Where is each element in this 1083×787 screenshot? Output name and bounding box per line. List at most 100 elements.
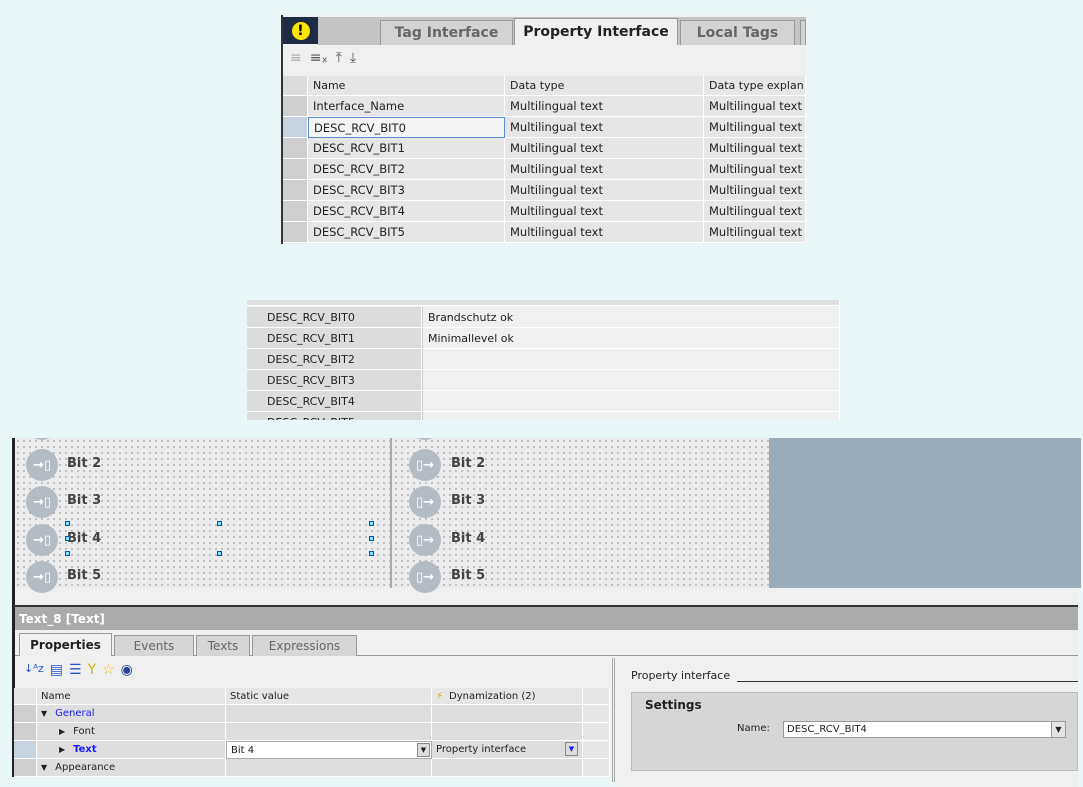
tag-name-cell[interactable]: DESC_RCV_BIT4: [308, 201, 505, 222]
bit-label[interactable]: Bit 4: [451, 531, 485, 546]
data-type-cell[interactable]: Multilingual text: [505, 201, 704, 222]
property-row[interactable]: ▼ Appearance: [37, 759, 226, 777]
row-header[interactable]: [14, 705, 37, 723]
tag-name-cell[interactable]: DESC_RCV_BIT3: [247, 370, 422, 391]
bit-label[interactable]: Bit 2: [67, 456, 101, 471]
input-icon[interactable]: →▯: [26, 561, 58, 593]
text-value-cell[interactable]: Brandschutz ok: [422, 307, 840, 328]
filter-icon[interactable]: Y: [88, 662, 97, 678]
static-value-cell[interactable]: [226, 723, 432, 741]
data-type-cell[interactable]: Multilingual text: [505, 180, 704, 201]
column-header[interactable]: Name: [308, 76, 505, 96]
dynamization-cell[interactable]: Property interface ▼: [432, 741, 583, 759]
output-icon[interactable]: ▯→: [409, 524, 441, 556]
selection-handle[interactable]: [65, 521, 70, 526]
column-header[interactable]: Data type: [505, 76, 704, 96]
data-type-cell[interactable]: Multilingual text: [704, 117, 806, 138]
tag-name-cell[interactable]: DESC_RCV_BIT1: [247, 328, 422, 349]
selection-handle[interactable]: [217, 521, 222, 526]
property-row[interactable]: ▼ General: [37, 705, 226, 723]
data-type-cell[interactable]: Multilingual text: [704, 201, 806, 222]
chevron-down-icon[interactable]: ▼: [1051, 722, 1065, 737]
property-row[interactable]: ▶ Text: [37, 741, 226, 759]
row-header[interactable]: [283, 159, 308, 180]
chevron-down-icon[interactable]: ▼: [417, 743, 430, 757]
chevron-down-icon[interactable]: ▼: [565, 742, 578, 756]
tag-name-cell[interactable]: DESC_RCV_BIT3: [308, 180, 505, 201]
dynamization-cell[interactable]: [432, 723, 583, 741]
selection-handle[interactable]: [217, 551, 222, 556]
selection-handle[interactable]: [369, 521, 374, 526]
add-row-icon[interactable]: ≡: [290, 50, 302, 66]
group-icon[interactable]: ▤: [50, 662, 63, 678]
tab-tag-interface[interactable]: Tag Interface: [380, 20, 513, 45]
delete-row-icon[interactable]: ≡ₓ: [310, 50, 328, 66]
tab-more[interactable]: [800, 20, 806, 45]
row-header[interactable]: [283, 201, 308, 222]
tab-property-interface[interactable]: Property Interface: [514, 18, 678, 45]
output-icon[interactable]: ▯→: [409, 561, 441, 593]
selection-handle[interactable]: [369, 536, 374, 541]
bit-label[interactable]: Bit 5: [67, 568, 101, 583]
row-header[interactable]: [283, 138, 308, 159]
row-header[interactable]: [283, 222, 308, 243]
text-value-cell[interactable]: [422, 370, 840, 391]
text-value-cell[interactable]: Minimallevel ok: [422, 328, 840, 349]
caret-down-icon[interactable]: ▼: [41, 763, 47, 772]
dynamization-cell[interactable]: [432, 705, 583, 723]
bit-label[interactable]: Bit 2: [451, 456, 485, 471]
data-type-cell[interactable]: Multilingual text: [505, 222, 704, 243]
caret-right-icon[interactable]: ▶: [59, 745, 65, 754]
tab-local-tags[interactable]: Local Tags: [680, 20, 795, 45]
tab-properties[interactable]: Properties: [19, 633, 112, 656]
tag-name-cell[interactable]: DESC_RCV_BIT1: [308, 138, 505, 159]
selection-handle[interactable]: [65, 551, 70, 556]
move-up-icon[interactable]: ⤒: [336, 50, 342, 66]
column-header[interactable]: Data type explan: [704, 76, 806, 96]
data-type-cell[interactable]: Multilingual text: [505, 159, 704, 180]
input-icon[interactable]: →▯: [26, 524, 58, 556]
row-header[interactable]: [283, 96, 308, 117]
data-type-cell[interactable]: Multilingual text: [505, 96, 704, 117]
row-header[interactable]: [283, 180, 308, 201]
bit-label[interactable]: Bit 4: [67, 531, 101, 546]
bit-label[interactable]: Bit 5: [451, 568, 485, 583]
tag-name-cell[interactable]: DESC_RCV_BIT2: [247, 349, 422, 370]
eye-icon[interactable]: ◉: [121, 662, 133, 678]
data-type-cell[interactable]: Multilingual text: [704, 159, 806, 180]
data-type-cell[interactable]: Multilingual text: [505, 117, 704, 138]
text-value-cell[interactable]: [422, 349, 840, 370]
bit-label[interactable]: Bit 3: [67, 493, 101, 508]
data-type-cell[interactable]: Multilingual text: [704, 96, 806, 117]
static-value-cell[interactable]: [226, 705, 432, 723]
warning-indicator[interactable]: !: [283, 17, 318, 44]
row-header[interactable]: [14, 723, 37, 741]
selection-handle[interactable]: [65, 536, 70, 541]
data-type-cell[interactable]: Multilingual text: [704, 138, 806, 159]
row-header[interactable]: [14, 741, 37, 759]
input-icon[interactable]: →▯: [26, 486, 58, 518]
row-header[interactable]: [283, 117, 308, 138]
tag-name-cell[interactable]: DESC_RCV_BIT2: [308, 159, 505, 180]
property-row[interactable]: ▶ Font: [37, 723, 226, 741]
column-header-name[interactable]: Name: [37, 688, 226, 705]
tag-name-cell[interactable]: DESC_RCV_BIT4: [247, 391, 422, 412]
data-type-cell[interactable]: Multilingual text: [704, 222, 806, 243]
data-type-cell[interactable]: Multilingual text: [704, 180, 806, 201]
caret-down-icon[interactable]: ▼: [41, 709, 47, 718]
caret-right-icon[interactable]: ▶: [59, 727, 65, 736]
list-icon[interactable]: ☰: [69, 662, 82, 678]
dynamization-cell[interactable]: [432, 759, 583, 777]
static-value-cell[interactable]: Bit 4 ▼: [226, 741, 432, 759]
sort-az-icon[interactable]: ↓ᴬz: [24, 662, 44, 678]
favorite-icon[interactable]: ☆: [102, 662, 115, 678]
input-icon[interactable]: →▯: [26, 449, 58, 481]
tab-expressions[interactable]: Expressions: [252, 635, 357, 656]
name-dropdown[interactable]: DESC_RCV_BIT4 ▼: [783, 721, 1066, 738]
row-header[interactable]: [14, 759, 37, 777]
tab-texts[interactable]: Texts: [196, 635, 250, 656]
selection-handle[interactable]: [369, 551, 374, 556]
screen-canvas[interactable]: [12, 438, 1081, 605]
move-down-icon[interactable]: ⤓: [350, 50, 356, 66]
static-value-cell[interactable]: [226, 759, 432, 777]
